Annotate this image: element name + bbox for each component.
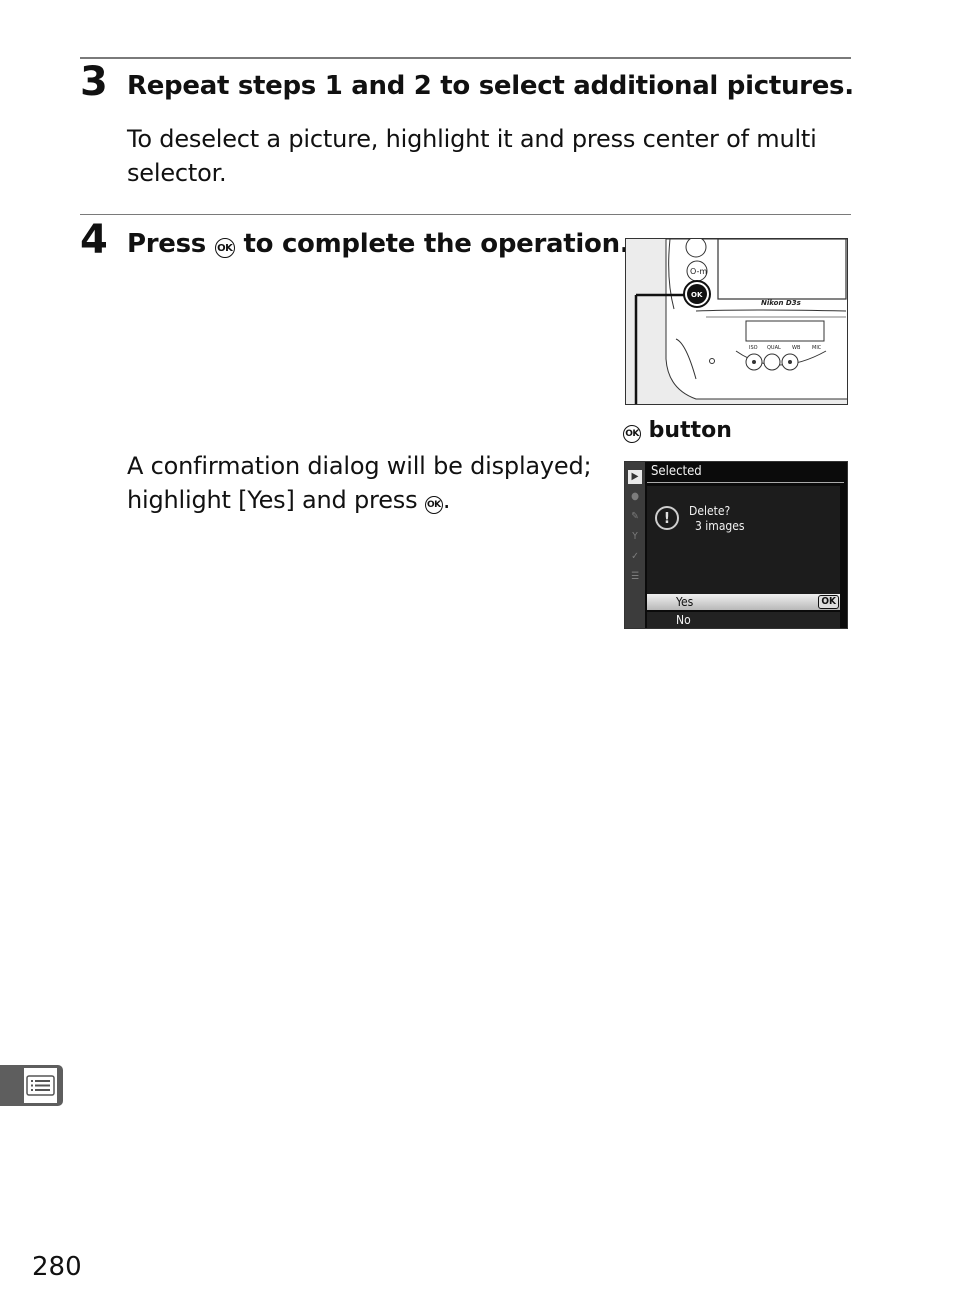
step-number: 4 bbox=[80, 217, 108, 263]
body-line: selector. bbox=[127, 159, 227, 187]
body-line: A confirmation dialog will be displayed; bbox=[127, 452, 592, 480]
step-title: Repeat steps 1 and 2 to select additiona… bbox=[127, 71, 854, 101]
dialog-message: Delete? bbox=[689, 504, 731, 518]
option-label: Yes bbox=[676, 595, 694, 609]
title-text: to complete the operation. bbox=[243, 229, 630, 259]
section-tab[interactable] bbox=[0, 1065, 63, 1106]
option-no[interactable]: No bbox=[647, 612, 840, 628]
ok-button-label: OK bbox=[691, 291, 703, 299]
body-line: To deselect a picture, highlight it and … bbox=[127, 125, 817, 153]
ok-button-icon: OK bbox=[424, 496, 443, 514]
section-divider bbox=[80, 214, 851, 215]
option-label: No bbox=[676, 613, 691, 627]
dialog-count: 3 images bbox=[695, 519, 745, 533]
body-line: highlight [Yes] and press OK. bbox=[127, 483, 591, 517]
control-label: ISO bbox=[749, 345, 758, 351]
ok-button-callout: OK button bbox=[623, 417, 732, 445]
callout-text: button bbox=[648, 418, 732, 443]
ok-button-icon: OK bbox=[623, 425, 641, 443]
dialog-panel bbox=[647, 486, 840, 594]
control-label: QUAL bbox=[767, 345, 781, 351]
camera-drawing: Nikon D3s O-m OK ISO QUAL WB MIC bbox=[626, 239, 847, 404]
ok-button-icon: OK bbox=[214, 238, 235, 258]
title-divider bbox=[647, 482, 844, 483]
lcd-menu-title: Selected bbox=[651, 464, 702, 479]
menu-list-icon bbox=[24, 1068, 57, 1103]
wrench-icon: Y bbox=[632, 531, 638, 542]
step-body: To deselect a picture, highlight it and … bbox=[127, 122, 817, 190]
step-body: A confirmation dialog will be displayed;… bbox=[127, 449, 592, 517]
retouch-icon: ✓ bbox=[631, 551, 639, 562]
page-number: 280 bbox=[32, 1252, 82, 1282]
camera-icon: ● bbox=[631, 491, 639, 502]
ok-badge: OK bbox=[818, 595, 839, 609]
my-menu-icon: ☰ bbox=[630, 571, 640, 582]
control-label: MIC bbox=[812, 345, 822, 351]
step-title: Press OK to complete the operation. bbox=[127, 228, 630, 260]
warning-icon: ! bbox=[655, 506, 679, 530]
pencil-icon: ✎ bbox=[631, 511, 639, 522]
camera-back-illustration: Nikon D3s O-m OK ISO QUAL WB MIC bbox=[625, 238, 848, 405]
svg-text:O-m: O-m bbox=[690, 267, 707, 276]
body-text-fragment: highlight [Yes] and press bbox=[127, 486, 418, 514]
menu-sidebar: ▶ ● ✎ Y ✓ ☰ bbox=[625, 462, 645, 628]
step-number: 3 bbox=[80, 59, 108, 105]
control-label: WB bbox=[792, 345, 801, 351]
title-text: Press bbox=[127, 229, 206, 259]
delete-confirmation-screen: ▶ ● ✎ Y ✓ ☰ Selected ! Delete? 3 images … bbox=[624, 461, 848, 629]
punctuation: . bbox=[442, 486, 451, 514]
brand-text: Nikon D3s bbox=[761, 299, 801, 307]
option-yes[interactable]: Yes OK bbox=[647, 594, 840, 610]
playback-icon: ▶ bbox=[628, 470, 642, 484]
section-divider bbox=[80, 57, 851, 59]
